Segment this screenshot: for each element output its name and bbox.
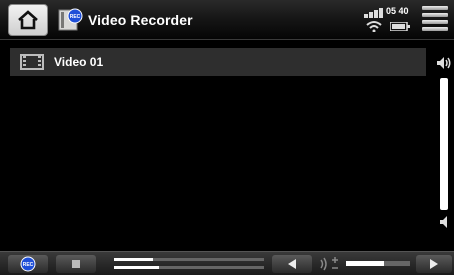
menu-icon (422, 6, 448, 10)
home-button[interactable] (8, 4, 48, 36)
list-item-label: Video 01 (54, 55, 104, 69)
svg-text:REC: REC (70, 14, 81, 20)
next-icon (430, 259, 438, 269)
recording-progress (114, 256, 264, 272)
prev-icon (288, 259, 296, 269)
stop-button[interactable] (56, 255, 96, 273)
top-bar: REC Video Recorder 05 40 (0, 0, 454, 40)
audio-fx-icon[interactable] (318, 255, 342, 273)
speaker-loud-icon (437, 57, 451, 69)
rec-icon: REC (20, 256, 36, 272)
bottom-bar: REC (0, 251, 454, 275)
speaker-quiet-icon (440, 216, 447, 228)
prev-button[interactable] (272, 255, 312, 273)
video-recorder-icon: REC (58, 8, 84, 32)
signal-icon (364, 8, 383, 18)
home-icon (18, 10, 38, 30)
battery-icon (390, 22, 410, 31)
wifi-icon (366, 21, 382, 32)
app-title: Video Recorder (88, 12, 193, 28)
clock: 05 40 (386, 6, 409, 16)
menu-button[interactable] (422, 6, 448, 34)
bottom-volume-bar[interactable] (346, 261, 410, 266)
volume-slider[interactable] (440, 78, 448, 210)
status-area: 05 40 (364, 4, 416, 36)
svg-text:REC: REC (23, 262, 34, 268)
stop-icon (72, 260, 80, 268)
record-button[interactable]: REC (8, 255, 48, 273)
film-icon (20, 54, 44, 70)
list-item[interactable]: Video 01 (10, 48, 426, 76)
next-button[interactable] (416, 255, 452, 273)
